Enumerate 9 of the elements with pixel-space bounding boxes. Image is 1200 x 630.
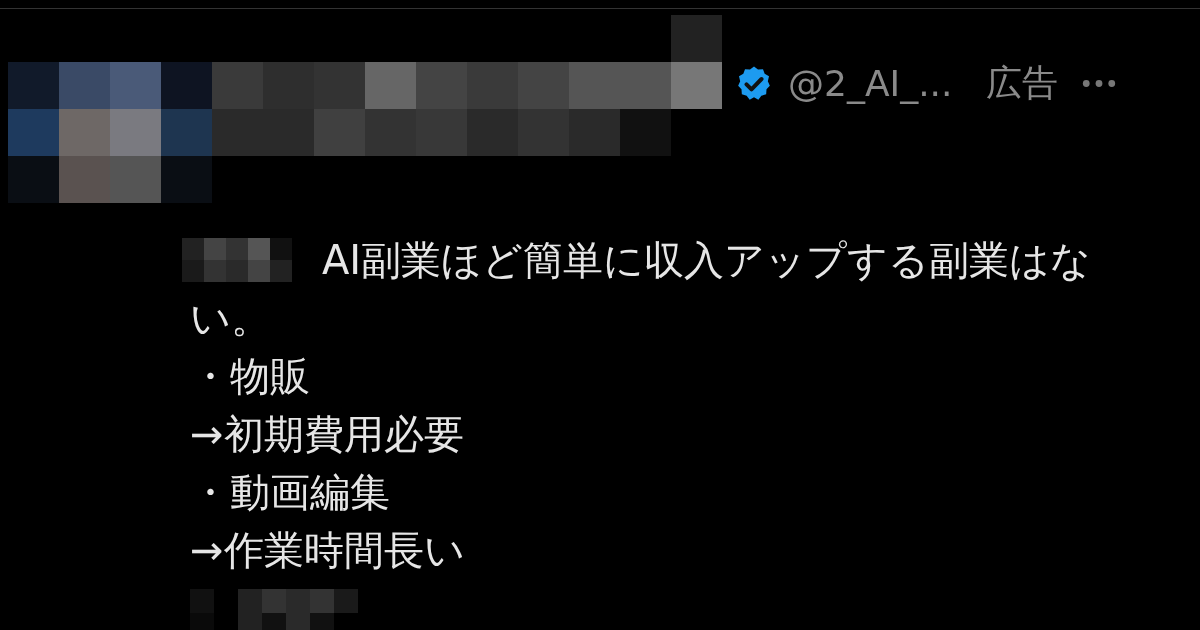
post-text-line: ・物販 [190,353,310,399]
post-text-line: →初期費用必要 [190,411,464,457]
user-handle[interactable]: @2_AI_... [788,63,953,104]
more-icon[interactable] [1082,79,1117,88]
post-text-line: AI副業ほど簡単に収入アップする副業はな [322,236,1092,285]
post-text-line: →作業時間長い [190,527,465,573]
post-text-line: ・動画編集 [190,469,390,515]
ad-label: 広告 [986,61,1059,105]
post-text-line: い。 [190,295,271,341]
